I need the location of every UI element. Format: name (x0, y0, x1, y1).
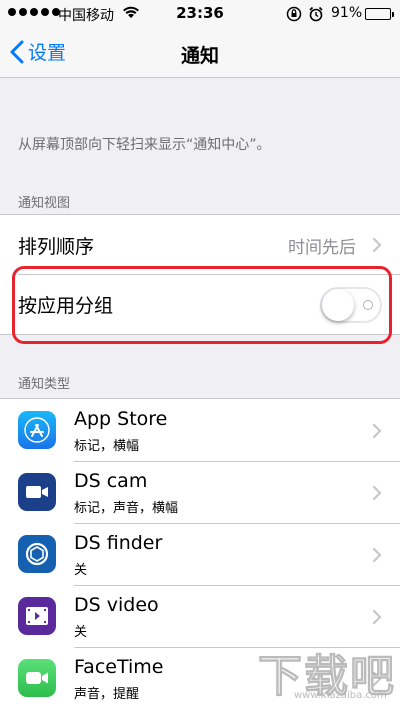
group-by-app-label: 按应用分组 (18, 295, 114, 317)
ds-video-icon (18, 597, 56, 635)
chevron-left-icon (10, 40, 24, 63)
chevron-right-icon (372, 547, 382, 563)
ds-cam-icon (18, 473, 56, 511)
app-name: App Store (74, 408, 168, 430)
app-row-ds-finder[interactable]: DS finder 关 (0, 523, 400, 585)
chevron-right-icon (372, 485, 382, 501)
app-name: DS video (74, 594, 159, 616)
ds-finder-icon (18, 535, 56, 573)
chevron-right-icon (372, 423, 382, 439)
notification-center-hint: 从屏幕顶部向下轻扫来显示“通知中心”。 (18, 137, 271, 153)
rotation-lock-icon (286, 6, 302, 26)
app-row-ds-cam[interactable]: DS cam 标记，声音，横幅 (0, 461, 400, 523)
navigation-bar: 设置 通知 (0, 28, 400, 78)
toggle-knob (322, 289, 354, 321)
sort-order-value: 时间先后 (288, 238, 356, 258)
back-button[interactable]: 设置 (10, 38, 66, 65)
sort-order-row[interactable]: 排列顺序 时间先后 (0, 215, 400, 274)
app-name: DS cam (74, 470, 148, 492)
battery-percent: 91% (331, 5, 363, 21)
app-notification-detail: 标记，横幅 (74, 439, 140, 454)
carrier-name: 中国移动 (58, 8, 114, 24)
chevron-right-icon (372, 237, 382, 253)
app-row-ds-video[interactable]: DS video 关 (0, 585, 400, 647)
chevron-right-icon (372, 609, 382, 625)
facetime-icon (18, 659, 56, 697)
status-bar: 中国移动 23:36 91% (0, 0, 400, 28)
battery-icon (365, 8, 394, 20)
alarm-icon (308, 6, 324, 26)
app-notification-detail: 标记，声音，横幅 (74, 501, 179, 516)
app-notification-detail: 关 (74, 563, 88, 578)
sort-order-label: 排列顺序 (18, 236, 95, 258)
watermark-url: www.xiazaiba.com (294, 690, 387, 701)
notification-view-group: 排列顺序 时间先后 按应用分组 (0, 214, 400, 335)
group-by-app-row: 按应用分组 (0, 274, 400, 334)
section-header-notification-view: 通知视图 (18, 196, 71, 211)
group-by-app-toggle[interactable] (320, 287, 382, 323)
app-name: DS finder (74, 532, 163, 554)
app-name: FaceTime (74, 656, 164, 678)
section-header-notification-types: 通知类型 (18, 377, 71, 392)
signal-strength-icon (8, 8, 60, 16)
app-row-app-store[interactable]: App Store 标记，横幅 (0, 399, 400, 461)
app-notification-detail: 声音，提醒 (74, 687, 140, 702)
app-notification-detail: 关 (74, 625, 88, 640)
back-button-label: 设置 (28, 42, 67, 64)
toggle-off-indicator-icon (363, 300, 373, 310)
app-store-icon (18, 411, 56, 449)
wifi-icon (122, 5, 140, 23)
